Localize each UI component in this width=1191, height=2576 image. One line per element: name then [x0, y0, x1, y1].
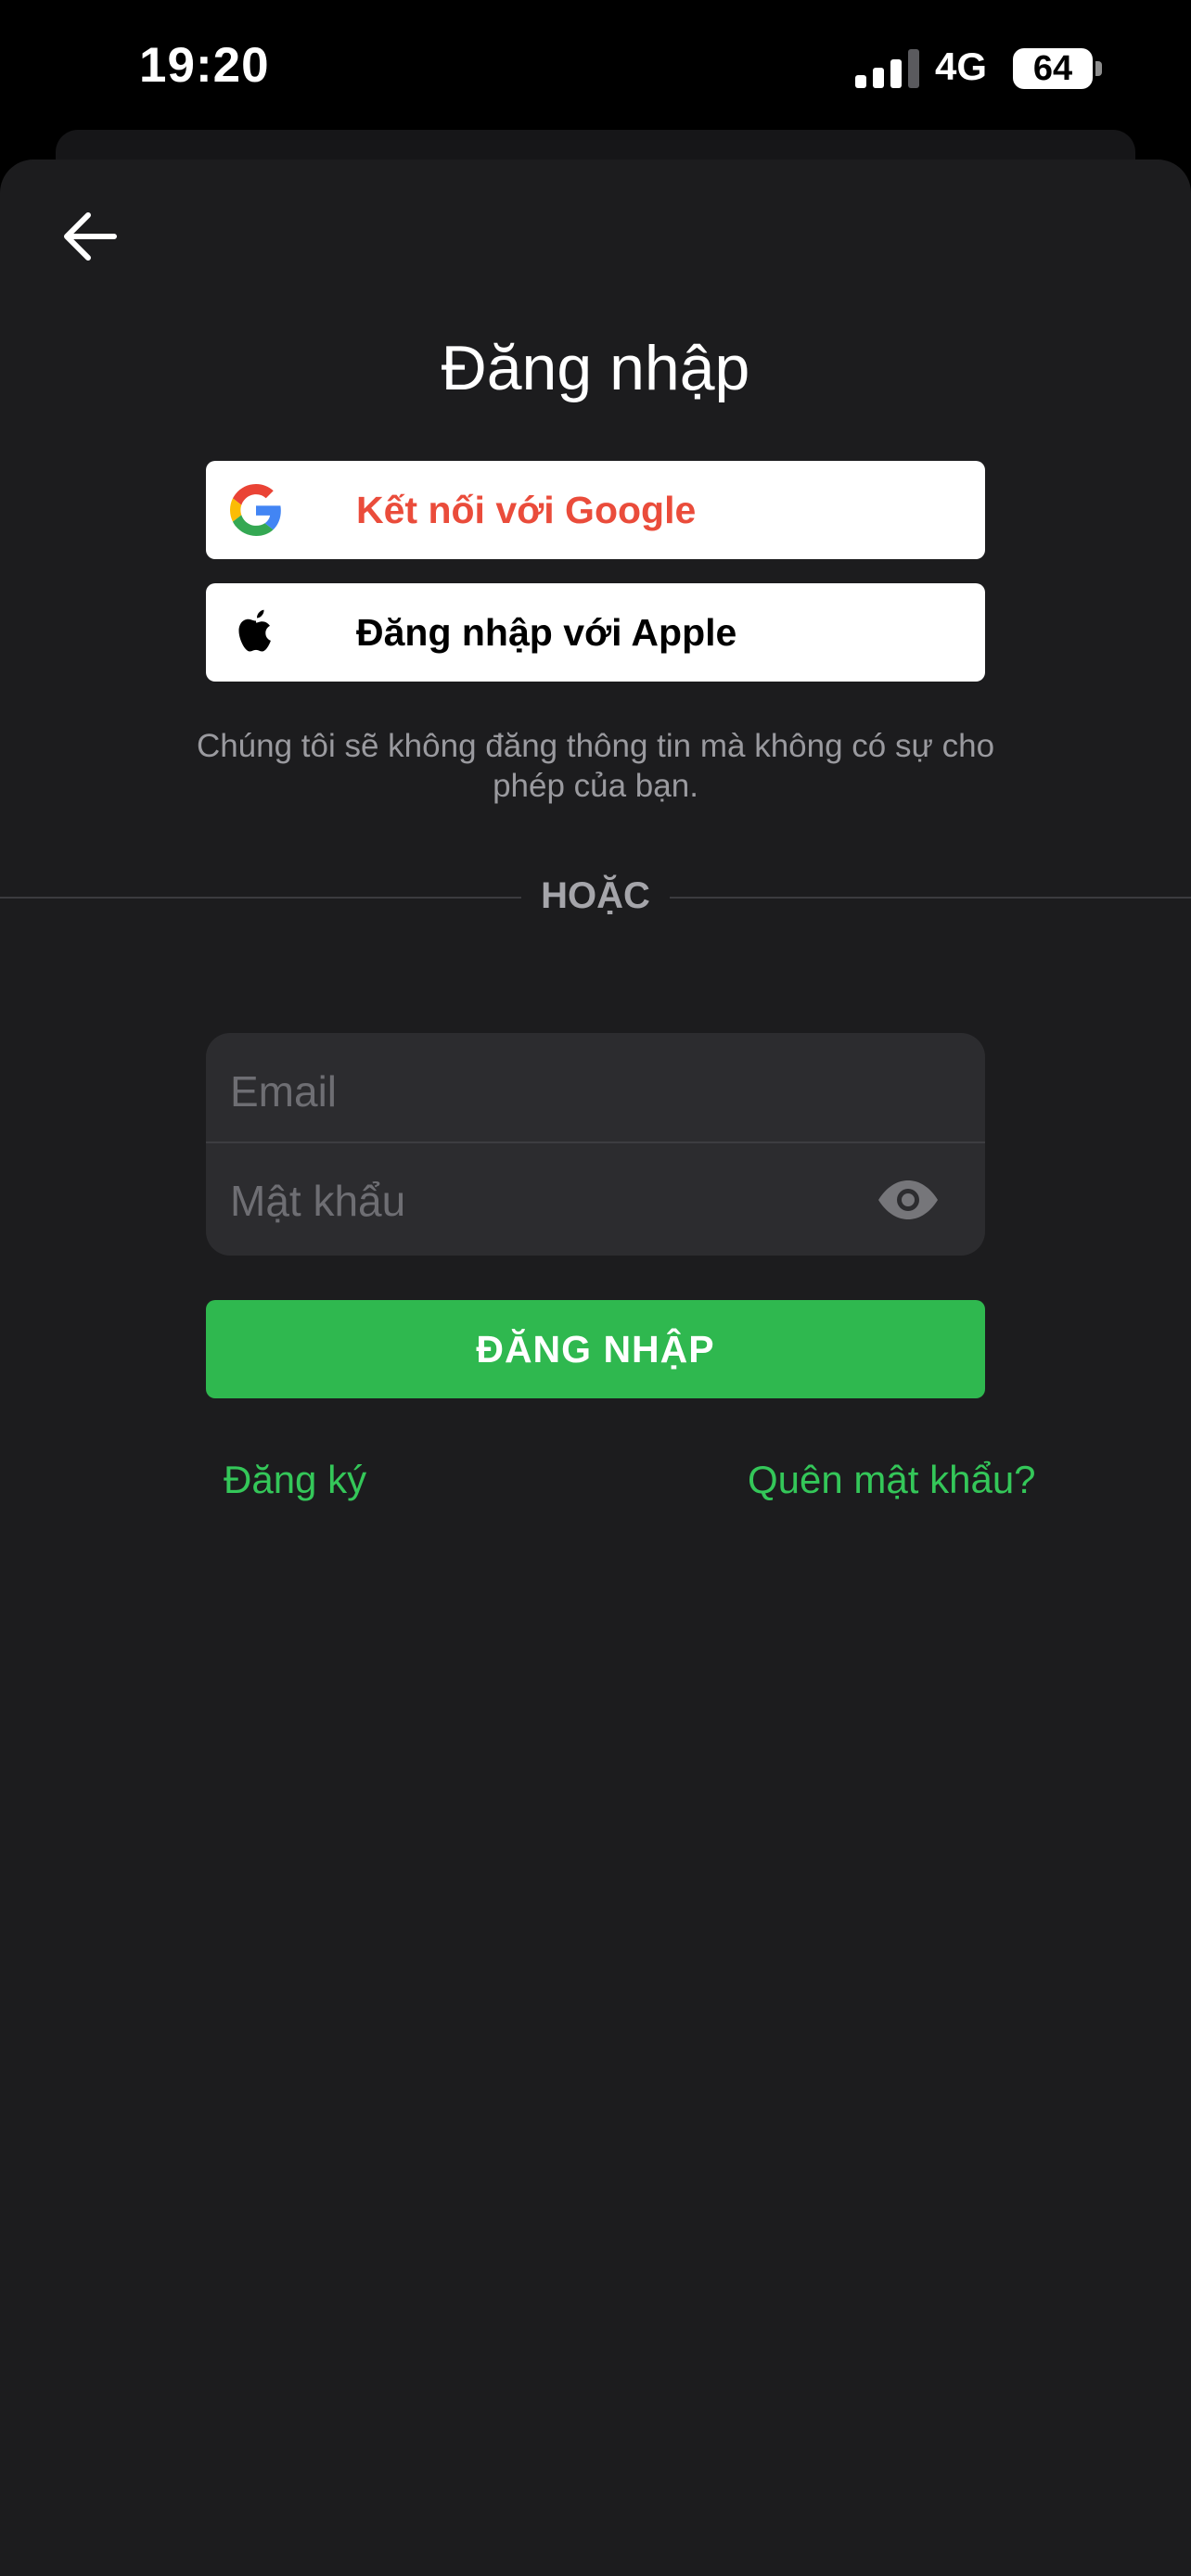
back-button[interactable]	[58, 204, 122, 269]
google-login-label: Kết nối với Google	[356, 489, 697, 531]
status-bar: 19:20 4G 64	[0, 0, 1191, 139]
status-time: 19:20	[139, 38, 270, 93]
divider-line-left	[0, 897, 521, 899]
page-title: Đăng nhập	[441, 333, 750, 403]
password-input[interactable]	[228, 1154, 844, 1248]
privacy-note: Chúng tôi sẽ không đăng thông tin mà khô…	[196, 728, 995, 804]
battery-cap	[1095, 61, 1102, 76]
arrow-left-icon	[64, 212, 117, 261]
apple-login-button[interactable]: Đăng nhập với Apple	[206, 583, 985, 682]
field-separator	[206, 1141, 985, 1143]
google-login-button[interactable]: Kết nối với Google	[206, 461, 985, 559]
forgot-password-link[interactable]: Quên mật khẩu?	[748, 1458, 1036, 1502]
login-button[interactable]: ĐĂNG NHẬP	[206, 1300, 985, 1398]
register-link[interactable]: Đăng ký	[224, 1458, 366, 1502]
apple-login-label: Đăng nhập với Apple	[356, 611, 737, 654]
login-form	[206, 1033, 985, 1256]
eye-icon	[878, 1180, 938, 1219]
divider-line-right	[670, 897, 1191, 899]
divider-label: HOẶC	[541, 875, 650, 916]
network-type: 4G	[935, 45, 988, 88]
password-visibility-toggle[interactable]	[874, 1163, 942, 1237]
cellular-signal-icon	[855, 49, 919, 88]
battery-icon: 64	[1013, 48, 1093, 89]
apple-logo-icon	[238, 609, 271, 652]
battery-level: 64	[1032, 48, 1073, 88]
google-logo-icon	[230, 484, 281, 536]
email-input[interactable]	[228, 1044, 918, 1139]
